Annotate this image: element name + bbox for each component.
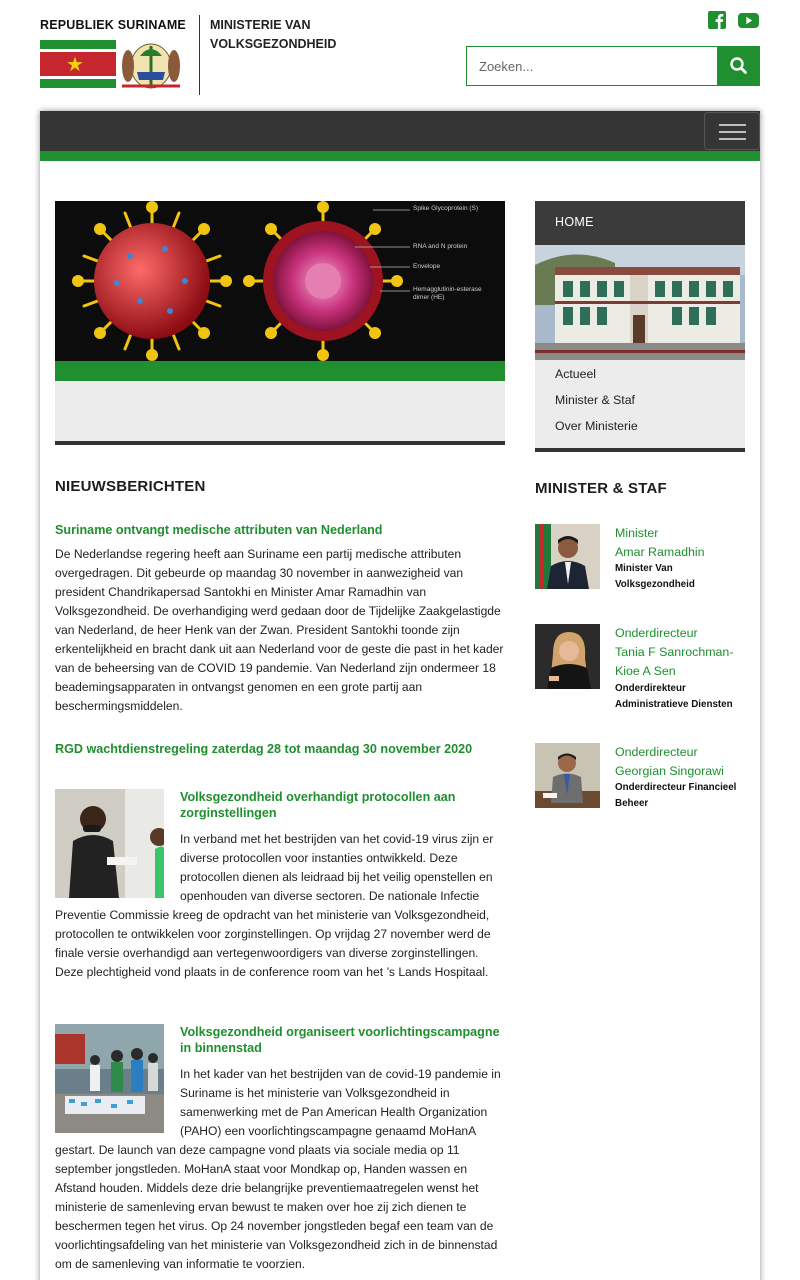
site-header: REPUBLIEK SURINAME ★ MINISTERIE VAN VOLK… <box>0 0 800 110</box>
staff-name-link[interactable]: Tania F Sanrochman-Kioe A Sen <box>615 643 747 681</box>
slide-caption-bar <box>55 361 505 381</box>
coat-of-arms-icon <box>122 43 180 89</box>
onderdirecteur-portrait <box>535 624 600 689</box>
staff-name-link[interactable]: Amar Ramadhin <box>615 543 747 562</box>
header-divider <box>199 15 200 95</box>
staff-card[interactable]: Minister Amar Ramadhin Minister Van Volk… <box>535 524 745 614</box>
green-accent-bar <box>40 151 760 161</box>
staff-heading: MINISTER & STAF <box>535 480 667 497</box>
logo-text: REPUBLIEK SURINAME <box>40 18 186 32</box>
main-navbar <box>40 111 760 151</box>
sidebar-menu: HOME Actueel Minister & Staf Over Minist… <box>535 201 745 452</box>
staff-function: Onderdirekteur Administratieve Diensten <box>615 683 733 710</box>
search-icon <box>730 57 747 74</box>
ministry-title: MINISTERIE VAN VOLKSGEZONDHEID <box>210 16 336 54</box>
hamburger-icon <box>719 124 746 126</box>
staff-card[interactable]: Onderdirecteur Tania F Sanrochman-Kioe A… <box>535 624 745 714</box>
news-thumbnail-image[interactable] <box>55 789 164 898</box>
sidebar-home-label: HOME <box>555 215 594 229</box>
main-container: Spike Glycoprotein (S) RNA and N protein… <box>40 111 760 1280</box>
minister-portrait <box>535 524 600 589</box>
sidebar-home-item[interactable]: HOME <box>535 201 745 245</box>
site-logo[interactable]: REPUBLIEK SURINAME ★ <box>40 18 186 92</box>
slide-label: Envelope <box>413 263 441 270</box>
slide-label: Spike Glycoprotein (S) <box>413 205 479 212</box>
menu-toggle-button[interactable] <box>704 112 760 150</box>
staff-card[interactable]: Onderdirecteur Georgian Singorawi Onderd… <box>535 743 745 833</box>
slide-label: Hemagglutinin-esterase <box>413 286 482 293</box>
staff-function: Onderdirecteur Financieel Beheer <box>615 782 737 809</box>
slide-label: dimer (HE) <box>413 294 445 301</box>
staff-role-link[interactable]: Onderdirecteur <box>615 624 698 643</box>
campaign-photo <box>55 1024 164 1133</box>
news-item: Volksgezondheid organiseert voorlichting… <box>55 1024 505 1274</box>
search-button[interactable] <box>717 46 760 86</box>
staff-photo[interactable] <box>535 624 600 689</box>
news-item: Volksgezondheid overhandigt protocollen … <box>55 789 505 982</box>
ministry-building-image <box>535 245 745 360</box>
news-item-title-link[interactable]: RGD wachtdienstregeling zaterdag 28 tot … <box>55 741 505 757</box>
facebook-icon[interactable] <box>706 10 728 30</box>
sidebar-item-minister-staf[interactable]: Minister & Staf <box>555 393 635 407</box>
ministry-line-1: MINISTERIE VAN <box>210 18 311 32</box>
news-item-title-link[interactable]: Suriname ontvangt medische attributen va… <box>55 522 505 538</box>
sidebar-item-actueel[interactable]: Actueel <box>555 367 596 381</box>
ministry-building-photo <box>535 245 745 360</box>
staff-photo[interactable] <box>535 743 600 808</box>
protocol-handover-photo <box>55 789 164 898</box>
ministry-line-2: VOLKSGEZONDHEID <box>210 37 337 51</box>
staff-role-link[interactable]: Onderdirecteur <box>615 743 698 762</box>
youtube-icon[interactable] <box>737 10 760 30</box>
news-item-body: De Nederlandse regering heeft aan Surina… <box>55 547 504 713</box>
hamburger-icon-bar <box>719 138 746 140</box>
suriname-flag-image: ★ <box>40 40 116 88</box>
hamburger-icon-bar <box>719 131 746 133</box>
coronavirus-illustration <box>72 201 410 361</box>
staff-role-link[interactable]: Minister <box>615 524 658 543</box>
search-input[interactable] <box>466 46 718 86</box>
news-thumbnail-image[interactable] <box>55 1024 164 1133</box>
onderdirecteur-portrait <box>535 743 600 808</box>
slide-label: RNA and N protein <box>413 243 468 250</box>
staff-name-link[interactable]: Georgian Singorawi <box>615 762 747 781</box>
news-slider[interactable]: Spike Glycoprotein (S) RNA and N protein… <box>55 201 505 445</box>
coronavirus-slide-image[interactable]: Spike Glycoprotein (S) RNA and N protein… <box>55 201 505 361</box>
sidebar-item-over-ministerie[interactable]: Over Ministerie <box>555 419 638 433</box>
staff-photo[interactable] <box>535 524 600 589</box>
staff-function: Minister Van Volksgezondheid <box>615 563 695 590</box>
news-heading: NIEUWSBERICHTEN <box>55 478 206 495</box>
